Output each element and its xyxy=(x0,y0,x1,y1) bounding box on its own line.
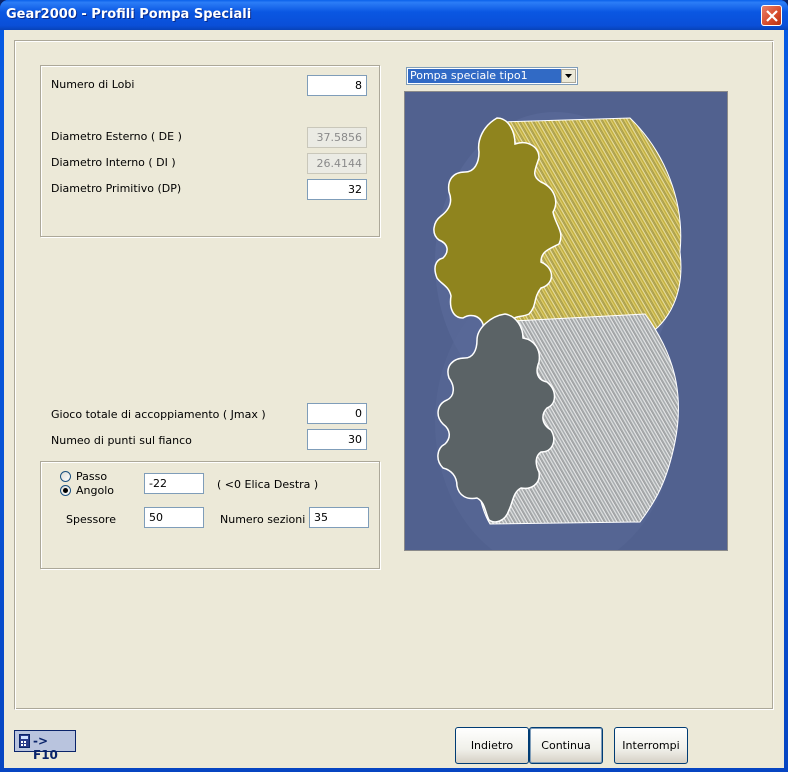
de-label: Diametro Esterno ( DE ) xyxy=(51,130,182,143)
gear-preview-viewport[interactable] xyxy=(404,91,728,572)
spessore-label: Spessore xyxy=(66,513,116,526)
angle-input[interactable]: -22 xyxy=(144,473,204,494)
angolo-radio[interactable] xyxy=(60,485,71,496)
sections-label: Numero sezioni xyxy=(220,513,306,526)
client-area: Numero di Lobi 8 Diametro Esterno ( DE )… xyxy=(4,30,784,768)
jmax-input[interactable]: 0 xyxy=(307,403,367,424)
spessore-input[interactable]: 50 xyxy=(144,507,204,528)
dp-input[interactable]: 32 xyxy=(307,179,367,200)
back-button[interactable]: Indietro xyxy=(455,727,529,764)
app-window: Gear2000 - Profili Pompa Speciali Numero… xyxy=(0,0,788,772)
pump-type-select[interactable]: Pompa speciale tipo1 xyxy=(406,67,578,85)
pump-type-value: Pompa speciale tipo1 xyxy=(408,69,561,83)
dropdown-arrow[interactable] xyxy=(561,69,576,83)
chevron-down-icon xyxy=(565,74,572,78)
passo-radio[interactable] xyxy=(60,471,71,482)
de-input: 37.5856 xyxy=(307,127,367,148)
lobes-input[interactable]: 8 xyxy=(307,75,367,96)
close-button[interactable] xyxy=(761,5,782,26)
passo-label: Passo xyxy=(76,470,108,483)
continue-button[interactable]: Continua xyxy=(529,727,603,764)
window-title: Gear2000 - Profili Pompa Speciali xyxy=(6,7,252,22)
sections-input[interactable]: 35 xyxy=(309,507,369,528)
points-input[interactable]: 30 xyxy=(307,429,367,450)
title-bar[interactable]: Gear2000 - Profili Pompa Speciali xyxy=(0,0,788,30)
dp-label: Diametro Primitivo (DP) xyxy=(51,182,182,195)
angolo-label: Angolo xyxy=(76,484,114,497)
jmax-label: Gioco totale di accoppiamento ( Jmax ) xyxy=(51,408,266,421)
di-label: Diametro Interno ( DI ) xyxy=(51,156,176,169)
calculator-icon xyxy=(19,734,30,748)
cancel-button[interactable]: Interrompi xyxy=(614,727,688,764)
close-icon xyxy=(766,10,778,22)
lobes-label: Numero di Lobi xyxy=(51,78,135,91)
gear-3d-render xyxy=(405,92,727,572)
shortcut-label: -> F10 xyxy=(33,734,58,762)
angle-hint: ( <0 Elica Destra ) xyxy=(217,478,319,491)
calculator-shortcut-button[interactable]: -> F10 xyxy=(14,730,76,762)
points-label: Numeo di punti sul fianco xyxy=(51,434,192,447)
di-input: 26.4144 xyxy=(307,153,367,174)
